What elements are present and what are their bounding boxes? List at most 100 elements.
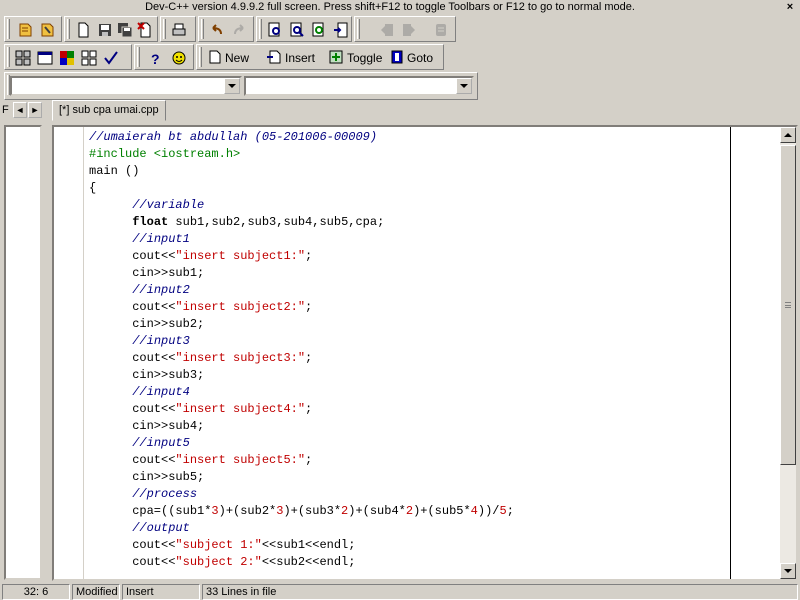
project-icon[interactable] bbox=[15, 20, 35, 40]
compile-run-icon[interactable] bbox=[57, 48, 77, 68]
goto-line-icon[interactable] bbox=[331, 20, 351, 40]
nav-list-icon[interactable] bbox=[431, 20, 451, 40]
code-line[interactable]: cout<<"insert subject3:"; bbox=[89, 350, 514, 367]
chevron-down-icon[interactable] bbox=[456, 78, 472, 94]
project-options-icon[interactable] bbox=[37, 20, 57, 40]
code-line[interactable]: //input1 bbox=[89, 231, 514, 248]
code-line[interactable]: { bbox=[89, 180, 514, 197]
code-line[interactable]: //input3 bbox=[89, 333, 514, 350]
project-browser-panel[interactable] bbox=[4, 125, 42, 580]
toolbar-edit bbox=[198, 16, 254, 42]
code-line[interactable]: cin>>sub2; bbox=[89, 316, 514, 333]
window-title: Dev-C++ version 4.9.9.2 full screen. Pre… bbox=[145, 1, 635, 13]
toolbar-grip[interactable] bbox=[259, 19, 262, 39]
code-editor[interactable]: //umaierah bt abdullah (05-201006-00009)… bbox=[52, 125, 798, 581]
insert-mode-status: Insert bbox=[122, 584, 200, 600]
line-gutter[interactable] bbox=[54, 127, 84, 579]
chevron-down-icon bbox=[784, 569, 792, 573]
tab-next-button[interactable]: ► bbox=[28, 102, 42, 118]
line-count-status: 33 Lines in file bbox=[202, 584, 798, 600]
undo-icon[interactable] bbox=[207, 20, 227, 40]
code-line[interactable]: //input4 bbox=[89, 384, 514, 401]
code-line[interactable]: cout<<"subject 2:"<<sub2<<endl; bbox=[89, 554, 514, 571]
code-line[interactable]: cin>>sub1; bbox=[89, 265, 514, 282]
modified-status: Modified bbox=[72, 584, 120, 600]
new-file-icon[interactable] bbox=[73, 20, 93, 40]
tab-strip: F ◄ ► [*] sub cpa umai.cpp bbox=[0, 100, 800, 122]
close-button[interactable]: × bbox=[783, 1, 797, 13]
toolbar-grip[interactable] bbox=[199, 47, 202, 67]
cursor-position: 32: 6 bbox=[2, 584, 70, 600]
toolbar-grip[interactable] bbox=[67, 19, 70, 39]
find-icon[interactable] bbox=[265, 20, 285, 40]
run-icon[interactable] bbox=[35, 48, 55, 68]
insert-label: Insert bbox=[285, 51, 316, 65]
vertical-scrollbar[interactable] bbox=[780, 127, 796, 579]
redo-icon[interactable] bbox=[229, 20, 249, 40]
code-line[interactable]: cin>>sub4; bbox=[89, 418, 514, 435]
chevron-up-icon bbox=[784, 133, 792, 137]
toolbar-grip[interactable] bbox=[7, 47, 10, 67]
code-area[interactable]: //umaierah bt abdullah (05-201006-00009)… bbox=[89, 129, 514, 571]
code-line[interactable]: //input2 bbox=[89, 282, 514, 299]
code-line[interactable]: cout<<"subject 1:"<<sub1<<endl; bbox=[89, 537, 514, 554]
thumb-grip-icon bbox=[785, 302, 791, 308]
syntax-check-icon[interactable] bbox=[101, 48, 121, 68]
toolbar-grip[interactable] bbox=[357, 19, 360, 39]
code-line[interactable]: cout<<"insert subject4:"; bbox=[89, 401, 514, 418]
rebuild-all-icon[interactable] bbox=[79, 48, 99, 68]
toolbar-grip[interactable] bbox=[163, 19, 166, 39]
code-line[interactable]: #include <iostream.h> bbox=[89, 146, 514, 163]
goto-bookmark-button[interactable]: Goto bbox=[387, 47, 437, 69]
code-line[interactable]: float sub1,sub2,sub3,sub4,sub5,cpa; bbox=[89, 214, 514, 231]
toggle-bookmark-icon bbox=[329, 50, 343, 67]
toolbar-search bbox=[256, 16, 352, 42]
find-next-icon[interactable] bbox=[309, 20, 329, 40]
toolbar-compile bbox=[4, 44, 132, 70]
code-line[interactable]: cin>>sub5; bbox=[89, 469, 514, 486]
toolbar-grip[interactable] bbox=[201, 19, 204, 39]
insert-button[interactable]: Insert bbox=[263, 47, 319, 69]
save-all-icon[interactable] bbox=[115, 20, 135, 40]
toolbar-bookmarks: New Insert Toggle Goto bbox=[196, 44, 444, 70]
code-line[interactable]: cout<<"insert subject5:"; bbox=[89, 452, 514, 469]
code-line[interactable]: cpa=((sub1*3)+(sub2*3)+(sub3*2)+(sub4*2)… bbox=[89, 503, 514, 520]
class-select[interactable] bbox=[10, 76, 242, 96]
tab-prev-button[interactable]: ◄ bbox=[13, 102, 27, 118]
chevron-down-icon[interactable] bbox=[224, 78, 240, 94]
replace-icon[interactable] bbox=[287, 20, 307, 40]
new-class-label: New bbox=[225, 51, 250, 65]
toolbar-help: ? bbox=[134, 44, 194, 70]
save-icon[interactable] bbox=[95, 20, 115, 40]
code-line[interactable]: cout<<"insert subject2:"; bbox=[89, 299, 514, 316]
compile-icon[interactable] bbox=[13, 48, 33, 68]
code-line[interactable]: //umaierah bt abdullah (05-201006-00009) bbox=[89, 129, 514, 146]
toolbar-grip[interactable] bbox=[137, 47, 140, 67]
nav-forward-icon[interactable] bbox=[399, 20, 419, 40]
about-icon[interactable] bbox=[169, 48, 189, 68]
code-line[interactable]: //variable bbox=[89, 197, 514, 214]
code-line[interactable]: //input5 bbox=[89, 435, 514, 452]
scroll-up-button[interactable] bbox=[780, 127, 796, 143]
function-select[interactable] bbox=[244, 76, 474, 96]
code-line[interactable]: cout<<"insert subject1:"; bbox=[89, 248, 514, 265]
close-file-icon[interactable] bbox=[135, 20, 155, 40]
help-icon[interactable]: ? bbox=[145, 48, 165, 68]
project-tab-letter[interactable]: F bbox=[2, 104, 9, 116]
code-line[interactable]: main () bbox=[89, 163, 514, 180]
nav-back-icon[interactable] bbox=[377, 20, 397, 40]
toolbar-file bbox=[64, 16, 158, 42]
print-icon[interactable] bbox=[169, 20, 189, 40]
toolbar-grip[interactable] bbox=[7, 19, 10, 39]
code-line[interactable]: cin>>sub3; bbox=[89, 367, 514, 384]
toggle-bookmark-button[interactable]: Toggle bbox=[325, 47, 386, 69]
code-line[interactable]: //output bbox=[89, 520, 514, 537]
scroll-down-button[interactable] bbox=[780, 563, 796, 579]
new-class-button[interactable]: New bbox=[205, 47, 253, 69]
code-line[interactable]: //process bbox=[89, 486, 514, 503]
tab-file[interactable]: [*] sub cpa umai.cpp bbox=[52, 100, 166, 121]
scroll-thumb[interactable] bbox=[780, 145, 796, 465]
svg-text:?: ? bbox=[151, 51, 160, 66]
title-bar: Dev-C++ version 4.9.9.2 full screen. Pre… bbox=[0, 0, 800, 15]
toolbar-main-1 bbox=[4, 16, 62, 42]
